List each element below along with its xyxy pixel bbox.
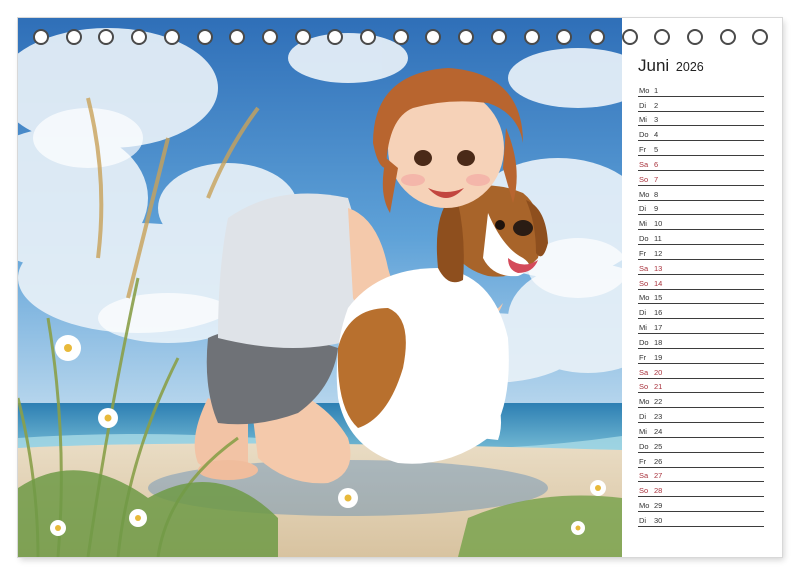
weekday-label: Mi (639, 426, 647, 436)
calendar-column: Juni 2026 Mo 1 Di 2 Mi 3 Do 4 Fr 5 Sa 6 So 7 Mo 8 Di 9 Mi 1… (638, 18, 782, 557)
day-number: 10 (654, 219, 663, 229)
weekday-label: Do (639, 130, 649, 140)
weekday-label: Di (639, 100, 647, 110)
day-row: Di 30 (638, 512, 764, 527)
day-number: 23 (654, 412, 663, 422)
day-number: 17 (654, 323, 663, 333)
day-row: Do 18 (638, 334, 764, 349)
day-number: 5 (654, 145, 659, 155)
weekday-label: Di (639, 204, 647, 214)
weekday-label: Fr (639, 456, 647, 466)
day-number: 6 (654, 159, 659, 169)
day-row: Sa 27 (638, 468, 764, 483)
day-row: Mo 8 (638, 186, 764, 201)
binding-ring-icon (621, 29, 638, 45)
day-number: 22 (654, 397, 663, 407)
day-row: Do 4 (638, 126, 764, 142)
weekday-label: Fr (639, 248, 647, 258)
weekday-label: Mi (639, 323, 647, 333)
weekday-label: Mo (639, 501, 650, 511)
day-number: 14 (654, 278, 663, 288)
day-number: 1 (654, 85, 659, 95)
day-row: Fr 19 (638, 349, 764, 364)
weekday-label: Do (639, 234, 649, 244)
day-number: 24 (654, 426, 663, 436)
day-row: Di 2 (638, 97, 764, 112)
weekday-label: Mo (639, 397, 650, 407)
day-row: Do 11 (638, 230, 764, 246)
day-number: 3 (654, 115, 659, 125)
day-number: 2 (654, 100, 659, 110)
day-row: Mo 29 (638, 497, 764, 513)
day-row: Fr 12 (638, 245, 764, 260)
day-number: 28 (654, 486, 663, 496)
weekday-label: Sa (639, 159, 649, 169)
day-row: So 28 (638, 482, 764, 498)
weekday-label: Fr (639, 145, 647, 155)
day-number: 19 (654, 352, 663, 362)
day-number: 7 (654, 174, 659, 184)
day-number: 18 (654, 337, 663, 347)
day-number: 25 (654, 441, 663, 451)
weekday-label: So (639, 174, 649, 184)
day-row: So 14 (638, 275, 764, 290)
day-row: Di 23 (638, 408, 764, 424)
weekday-label: Di (639, 412, 647, 422)
day-row: Mi 17 (638, 319, 764, 335)
day-number: 26 (654, 456, 663, 466)
day-row: Di 9 (638, 201, 764, 216)
day-number: 27 (654, 471, 663, 481)
day-row: Fr 5 (638, 141, 764, 157)
day-number: 29 (654, 501, 663, 511)
illustration-girl-with-beagle (18, 18, 622, 557)
weekday-label: So (639, 382, 649, 392)
weekday-label: Mi (639, 115, 647, 125)
day-row: Sa 13 (638, 260, 764, 275)
day-number: 13 (654, 263, 663, 273)
weekday-label: Mo (639, 293, 650, 303)
calendar-page: Juni 2026 Mo 1 Di 2 Mi 3 Do 4 Fr 5 Sa 6 So 7 Mo 8 Di 9 Mi 1… (18, 18, 782, 557)
month-title: Juni 2026 (638, 56, 704, 76)
day-number: 30 (654, 515, 663, 525)
day-row: So 7 (638, 171, 764, 186)
day-number: 15 (654, 293, 663, 303)
day-number: 12 (654, 248, 663, 258)
day-row: Mo 1 (638, 82, 764, 97)
weekday-label: Do (639, 337, 649, 347)
day-row: Mi 3 (638, 112, 764, 127)
day-row: Fr 26 (638, 453, 764, 468)
day-row: Sa 20 (638, 364, 764, 379)
day-list: Mo 1 Di 2 Mi 3 Do 4 Fr 5 Sa 6 So 7 Mo 8 Di 9 Mi 10 Do 11 Fr 12 S… (638, 82, 764, 527)
day-row: Do 25 (638, 438, 764, 453)
day-row: Mo 22 (638, 393, 764, 409)
day-number: 11 (654, 234, 662, 244)
day-number: 16 (654, 308, 663, 318)
day-row: Mo 15 (638, 290, 764, 305)
weekday-label: Di (639, 308, 647, 318)
day-number: 4 (654, 130, 659, 140)
weekday-label: Sa (639, 263, 649, 273)
weekday-label: Di (639, 515, 647, 525)
weekday-label: Mo (639, 189, 650, 199)
day-number: 20 (654, 367, 663, 377)
weekday-label: Mi (639, 219, 647, 229)
weekday-label: Fr (639, 352, 647, 362)
day-number: 8 (654, 189, 659, 199)
day-row: Di 16 (638, 304, 764, 320)
month-name: Juni (638, 56, 670, 75)
weekday-label: Mo (639, 85, 650, 95)
day-row: Sa 6 (638, 156, 764, 171)
day-number: 21 (654, 382, 663, 392)
weekday-label: Sa (639, 367, 649, 377)
weekday-label: Sa (639, 471, 649, 481)
year-label: 2026 (675, 60, 704, 74)
day-row: So 21 (638, 379, 764, 394)
day-row: Mi 24 (638, 423, 764, 438)
weekday-label: Do (639, 441, 649, 451)
day-number: 9 (654, 204, 659, 214)
weekday-label: So (639, 486, 649, 496)
weekday-label: So (639, 278, 649, 288)
day-row: Mi 10 (638, 215, 764, 231)
